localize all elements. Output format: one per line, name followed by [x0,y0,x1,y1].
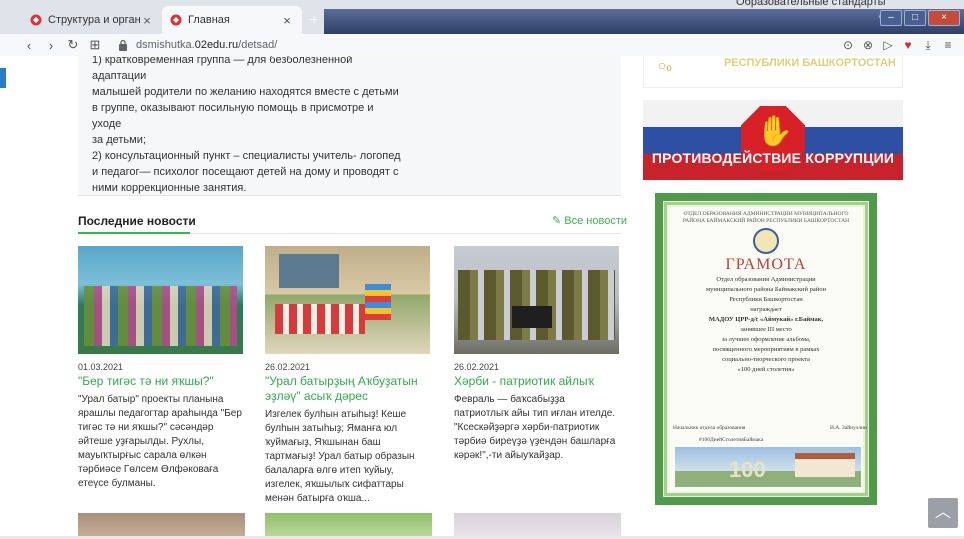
tab-label: Главная [188,14,230,26]
maximize-icon[interactable]: □ [904,10,926,26]
window-controls: – □ × [878,10,960,26]
certificate-body: «100 дней столетия» [737,366,795,373]
tab-label: Структура и органы упра [48,14,140,26]
minimize-icon[interactable]: – [880,10,902,26]
menu-icon[interactable]: ≡ [938,38,958,53]
info-line: и педагог— психолог посещают детей на до… [92,166,399,178]
republic-banner[interactable]: ○ₒ РЕСПУБЛИКИ БАШКОРТОСТАН [643,56,903,88]
news-title[interactable]: Хәрби - патриотик айлыҡ [454,374,621,389]
tab-structure[interactable]: Структура и органы упра × [22,6,162,34]
hand-icon: ✋ [756,115,794,148]
address-bar[interactable]: dsmishutka.02edu.ru/detsad/ [118,39,277,51]
certificate-body: социально-творческого проекта [722,356,810,363]
shield-icon[interactable]: ⊗ [858,38,878,53]
news-date: 26.02.2021 [265,362,311,372]
certificate-photo: 100 [675,447,861,487]
emblem-icon [753,228,779,254]
news-excerpt: "Урал батыр" проекты планына ярашлы педа… [78,394,242,489]
news-photo[interactable] [454,246,619,354]
new-tab-button[interactable]: + [304,9,324,29]
all-news-link[interactable]: ✎ Все новости [552,214,627,227]
certificate-signature: Начальник отдела образования И.А. Зайнул… [673,425,867,431]
info-line: 1) кратковременная группа — для безболез… [92,56,353,82]
background-window-text: Образовательные стандарты [736,0,886,8]
news-excerpt: Изгелек булһын атыһыҙ! Кеше булһын затыһ… [265,409,415,504]
banner-caption: ПРОТИВОДЕЙСТВИЕ КОРРУПЦИИ [651,150,895,166]
web-page: 1) кратковременная группа — для безболез… [0,56,964,539]
certificate-header: ОТДЕЛ ОБРАЗОВАНИЯ АДМИНИСТРАЦИИ МУНИЦИПА… [682,211,850,224]
browser-tab-bar: Структура и органы упра × Главная × + Об… [0,0,964,34]
news-title[interactable]: "Урал батырҙың Аҡбуҙатын эҙләү" асыҡ дәр… [265,374,432,404]
certificate-recipient: МАДОУ ЦРР-д/с «Аймукай» г.Баймак, [708,316,824,323]
info-line: малышей родители по желанию находятся вм… [92,86,399,98]
reload-icon[interactable]: ↻ [62,37,84,53]
certificate-body: занявшее III место [740,326,792,333]
certificate-issuer: муниципального района Баймакский район [706,286,826,293]
tab-close-icon[interactable]: × [280,13,294,28]
chevron-up-icon[interactable]: ︿ [928,498,958,528]
heart-icon[interactable]: ♥ [898,38,918,53]
back-icon[interactable]: ‹ [18,38,40,53]
certificate-title: ГРАМОТА [725,256,807,273]
news-card[interactable]: 01.03.2021 "Бер тигәс тә ни яҡшы?" "Урал… [78,246,245,491]
news-photo[interactable] [78,246,243,354]
certificate-award-word: награждает [750,306,782,313]
info-line: 2) консультационный пункт – специалисты … [92,150,401,162]
heading-underline [78,232,190,234]
close-window-icon[interactable]: × [928,10,960,26]
tab-main[interactable]: Главная × [162,6,302,34]
send-icon[interactable]: ▷ [878,38,898,53]
certificate-body: за лучшее оформление альбома, [721,336,811,343]
news-card[interactable]: 26.02.2021 Хәрби - патриотик айлыҡ Февра… [454,246,621,463]
news-photo[interactable] [265,246,430,354]
info-line: за детьми; [92,134,146,146]
certificate-body: посвященного мероприятиям в рамках [712,346,820,353]
tab-close-icon[interactable]: × [140,13,154,28]
bubbles-icon: ○ₒ [658,57,672,73]
background-window-titlebar [324,9,964,34]
news-excerpt: Февраль — баҡсабыҙҙа патриотлыҡ айы тип … [454,394,616,461]
grid-icon[interactable]: ⊞ [84,37,106,53]
info-block: 1) кратковременная группа — для безболез… [78,56,621,196]
certificate-issuer: Республики Башкортостан [729,296,803,303]
toolbar-actions: ⊙ ⊗ ▷ ♥ ⤓ ≡ [838,38,958,53]
site-favicon-icon [30,14,42,26]
info-line: в группе, оказывают посильную помощь в п… [92,102,374,130]
news-date: 01.03.2021 [78,362,124,372]
news-title[interactable]: "Бер тигәс тә ни яҡшы?" [78,374,245,389]
certificate-issuer: Отдел образования Администрации [716,276,816,283]
camera-icon[interactable]: ⊙ [838,38,858,53]
certificate-hashtag: #100ДнейСтолетияБаймака [699,437,764,443]
news-heading: Последние новости [78,214,196,228]
site-favicon-icon [170,14,182,26]
banner-text: РЕСПУБЛИКИ БАШКОРТОСТАН [724,57,896,69]
edge-marker [0,68,6,88]
news-card[interactable]: 26.02.2021 "Урал батырҙың Аҡбуҙатын эҙлә… [265,246,432,506]
lock-icon [119,39,127,51]
forward-icon[interactable]: › [40,38,62,53]
url-text: dsmishutka.02edu.ru/detsad/ [136,39,278,51]
anti-corruption-banner[interactable]: ✋ ПРОТИВОДЕЙСТВИЕ КОРРУПЦИИ [643,100,903,180]
news-date: 26.02.2021 [454,362,500,372]
certificate-image[interactable]: ОТДЕЛ ОБРАЗОВАНИЯ АДМИНИСТРАЦИИ МУНИЦИПА… [655,193,877,505]
info-line: ними коррекционные занятия. [92,182,247,194]
browser-toolbar: ‹ › ↻ ⊞ dsmishutka.02edu.ru/detsad/ [0,34,964,56]
download-icon[interactable]: ⤓ [918,38,938,53]
certificate-number: 100 [729,457,766,482]
